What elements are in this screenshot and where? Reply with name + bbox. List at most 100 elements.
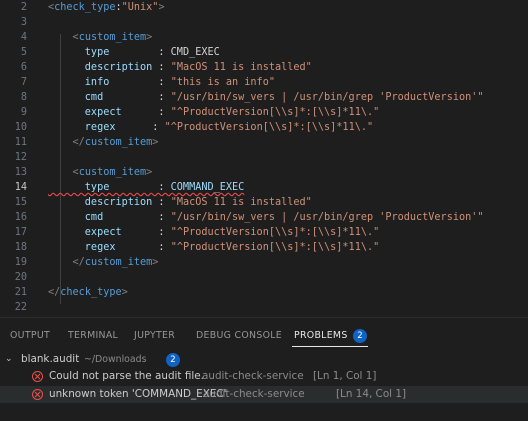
line-number: 18 (14, 242, 27, 253)
line-number: 20 (14, 272, 27, 283)
code-line[interactable]: 14 type : COMMAND_EXEC (0, 180, 528, 195)
error-icon (32, 389, 43, 400)
code-line[interactable]: 8 cmd : "/usr/bin/sw_vers | /usr/bin/gre… (0, 90, 528, 105)
code-line[interactable]: 15 description : "MacOS 11 is installed" (0, 195, 528, 210)
code-token: cmd (48, 212, 159, 223)
code-text: cmd : "/usr/bin/sw_vers | /usr/bin/grep … (48, 90, 484, 105)
code-line[interactable]: 6 description : "MacOS 11 is installed" (0, 60, 528, 75)
code-token: : CMD_EXEC (158, 47, 220, 58)
code-token: custom_item (78, 32, 147, 43)
code-text: type : COMMAND_EXEC (48, 180, 244, 195)
code-token: : (152, 122, 165, 133)
line-number: 16 (14, 212, 27, 223)
code-line[interactable]: 22 (0, 300, 528, 315)
code-token: : (158, 242, 171, 253)
line-number: 17 (14, 227, 27, 238)
code-line[interactable]: 11 </custom_item> (0, 135, 528, 150)
active-tab-indicator (292, 346, 368, 347)
code-line[interactable]: 10 regex : "^ProductVersion[\\s]*:[\\s]*… (0, 120, 528, 135)
code-token: type : COMMAND_EXEC (48, 182, 245, 193)
line-number: 3 (20, 17, 27, 28)
code-token: description (48, 62, 159, 73)
panel-tabs: OUTPUT TERMINAL JUPYTER DEBUG CONSOLE PR… (0, 318, 528, 352)
code-token: regex (48, 242, 159, 253)
code-text: </check_type> (48, 285, 128, 300)
tab-output[interactable]: OUTPUT (10, 330, 50, 341)
line-number: 6 (20, 62, 27, 73)
code-text: </custom_item> (48, 135, 159, 150)
line-number: 19 (14, 257, 27, 268)
code-text: regex : "^ProductVersion[\\s]*:[\\s]*11\… (48, 240, 379, 255)
code-line[interactable]: 5 type : CMD_EXEC (0, 45, 528, 60)
code-text: description : "MacOS 11 is installed" (48, 195, 312, 210)
code-token: custom_item (84, 257, 153, 268)
code-text: </custom_item> (48, 255, 159, 270)
code-line[interactable]: 12 (0, 150, 528, 165)
line-number: 12 (14, 152, 27, 163)
problems-file-row[interactable]: ⌄ blank.audit ~/Downloads 2 (0, 351, 528, 368)
code-line[interactable]: 18 regex : "^ProductVersion[\\s]*:[\\s]*… (0, 240, 528, 255)
tab-debug-console[interactable]: DEBUG CONSOLE (196, 330, 282, 341)
code-token: type (48, 47, 159, 58)
code-token: > (152, 257, 159, 268)
code-text: <custom_item> (48, 30, 153, 45)
code-line[interactable]: 20 (0, 270, 528, 285)
code-line[interactable]: 19 </custom_item> (0, 255, 528, 270)
problem-location: [Ln 1, Col 1] (313, 370, 377, 382)
code-token: : (158, 62, 171, 73)
problem-message: Could not parse the audit file. (49, 370, 204, 382)
file-name: blank.audit (21, 353, 80, 365)
problem-item[interactable]: Could not parse the audit file. audit-ch… (0, 368, 528, 385)
line-number: 13 (14, 167, 27, 178)
code-token: cmd (48, 92, 159, 103)
code-token: "/usr/bin/sw_vers | /usr/bin/grep 'Produ… (170, 92, 484, 103)
code-token: </ (48, 287, 61, 298)
code-line[interactable]: 17 expect : "^ProductVersion[\\s]*:[\\s]… (0, 225, 528, 240)
code-token: "MacOS 11 is installed" (170, 197, 312, 208)
code-line[interactable]: 7 info : "this is an info" (0, 75, 528, 90)
tab-terminal[interactable]: TERMINAL (68, 330, 118, 341)
code-editor[interactable]: 2 <check_type:"Unix"> 3 4 <custom_item> 5 ty… (0, 0, 528, 317)
tab-problems[interactable]: PROBLEMS (294, 330, 348, 341)
tab-jupyter[interactable]: JUPYTER (134, 330, 175, 341)
code-line[interactable]: 16 cmd : "/usr/bin/sw_vers | /usr/bin/gr… (0, 210, 528, 225)
file-path: ~/Downloads (84, 354, 147, 365)
code-line[interactable]: 2 <check_type:"Unix"> (0, 0, 528, 15)
problem-message: unknown token 'COMMAND_EXEC' (49, 388, 227, 400)
problem-location: [Ln 14, Col 1] (336, 388, 407, 400)
code-token: "^ProductVersion[\\s]*:[\\s]*11\." (170, 107, 380, 118)
code-token: </ (72, 257, 85, 268)
code-token: "/usr/bin/sw_vers | /usr/bin/grep 'Produ… (170, 212, 484, 223)
code-text: cmd : "/usr/bin/sw_vers | /usr/bin/grep … (48, 210, 484, 225)
problem-item-selected[interactable]: unknown token 'COMMAND_EXEC' audit-check… (0, 386, 528, 403)
code-token: </ (72, 137, 85, 148)
code-token: expect (48, 107, 159, 118)
line-number: 21 (14, 287, 27, 298)
code-token: > (152, 137, 159, 148)
code-token: : (158, 197, 171, 208)
code-token: : (158, 77, 171, 88)
code-line[interactable]: 3 (0, 15, 528, 30)
line-number: 10 (14, 122, 27, 133)
chevron-down-icon[interactable]: ⌄ (5, 351, 13, 368)
code-line[interactable]: 21 </check_type> (0, 285, 528, 300)
code-token: "^ProductVersion[\\s]*:[\\s]*11\." (170, 227, 380, 238)
code-token: : (158, 107, 171, 118)
code-token: > (146, 167, 153, 178)
code-text: expect : "^ProductVersion[\\s]*:[\\s]*11… (48, 105, 379, 120)
code-line[interactable]: 4 <custom_item> (0, 30, 528, 45)
bottom-panel: OUTPUT TERMINAL JUPYTER DEBUG CONSOLE PR… (0, 317, 528, 421)
code-token: expect (48, 227, 159, 238)
code-token: check_type (54, 2, 116, 13)
code-line[interactable]: 13 <custom_item> (0, 165, 528, 180)
code-token: custom_item (84, 137, 153, 148)
line-number: 4 (20, 32, 27, 43)
code-line[interactable]: 9 expect : "^ProductVersion[\\s]*:[\\s]*… (0, 105, 528, 120)
line-number: 11 (14, 137, 27, 148)
code-token: "^ProductVersion[\\s]*:[\\s]*11\." (170, 242, 380, 253)
code-text: regex : "^ProductVersion[\\s]*:[\\s]*11\… (48, 120, 373, 135)
code-token: > (121, 287, 128, 298)
code-token: "Unix" (121, 2, 159, 13)
problems-count-badge: 2 (353, 329, 367, 343)
